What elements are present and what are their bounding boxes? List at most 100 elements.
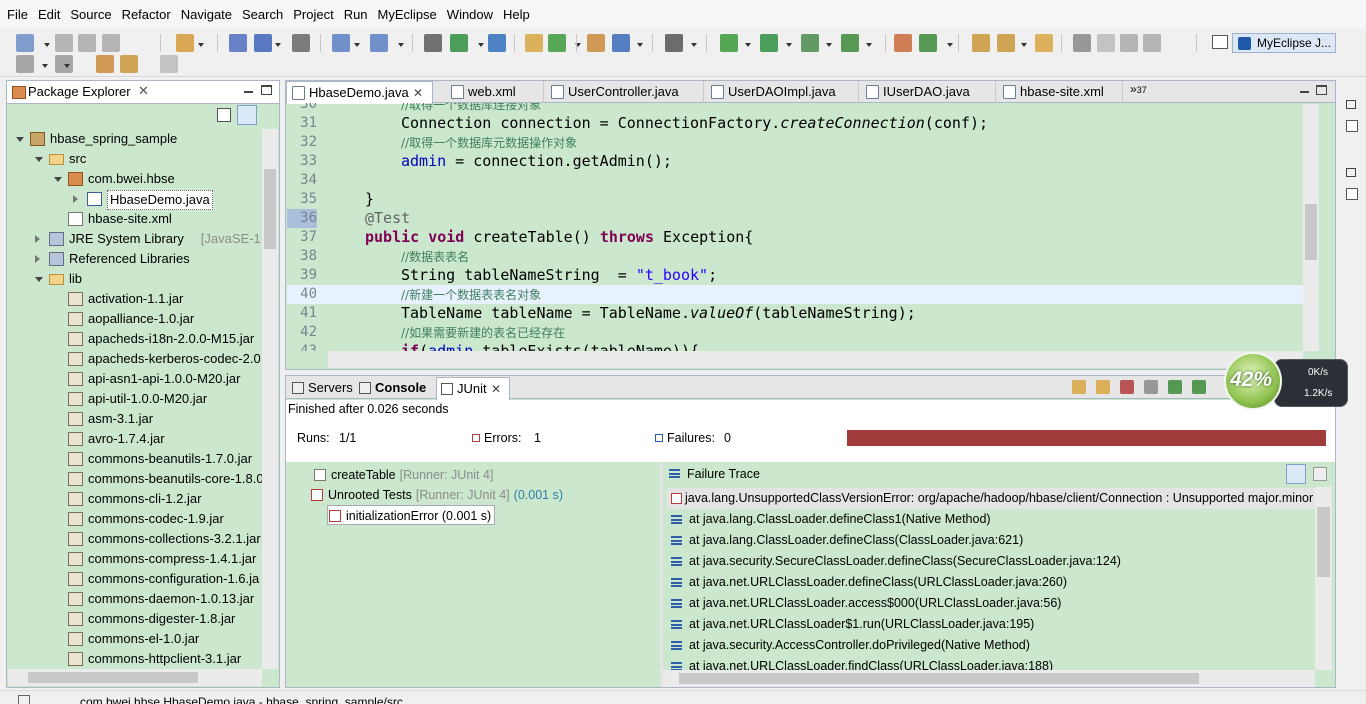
open-perspective-icon[interactable]: [1212, 35, 1228, 49]
dropdown-arrow-icon[interactable]: [637, 43, 643, 47]
expanded-arrow-icon[interactable]: [16, 137, 24, 142]
tree-item[interactable]: commons-daemon-1.0.13.jar: [8, 589, 262, 609]
compare-icon[interactable]: [1313, 467, 1327, 481]
tree-item[interactable]: src: [8, 149, 262, 169]
tree-item[interactable]: api-util-1.0.0-M20.jar: [8, 389, 262, 409]
dropdown-arrow-icon[interactable]: [64, 64, 70, 68]
close-tab-icon[interactable]: ✕: [413, 82, 423, 104]
explorer-hscrollbar[interactable]: [8, 669, 262, 686]
dropdown-arrow-icon[interactable]: [44, 43, 50, 47]
menu-myeclipse[interactable]: MyEclipse: [373, 0, 442, 29]
menu-file[interactable]: File: [2, 0, 33, 29]
menu-run[interactable]: Run: [339, 0, 373, 29]
expanded-arrow-icon[interactable]: [35, 157, 43, 162]
open-folder-icon[interactable]: [1035, 34, 1053, 52]
dropdown-arrow-icon[interactable]: [866, 43, 872, 47]
editor-minimize-icon[interactable]: [1300, 91, 1309, 93]
rerun-failed-icon[interactable]: [1192, 380, 1206, 394]
tree-item[interactable]: commons-httpclient-3.1.jar: [8, 649, 262, 669]
expanded-arrow-icon[interactable]: [54, 177, 62, 182]
annotation-icon[interactable]: [1097, 34, 1115, 52]
trace-line[interactable]: at java.security.SecureClassLoader.defin…: [667, 551, 1315, 572]
server-icon[interactable]: [450, 34, 468, 52]
prev-failure-icon[interactable]: [1096, 380, 1110, 394]
rerun-icon[interactable]: [1168, 380, 1182, 394]
package-icon[interactable]: [229, 34, 247, 52]
collapsed-arrow-icon[interactable]: [35, 255, 40, 263]
explorer-scroll-thumb[interactable]: [264, 169, 276, 249]
code-editor[interactable]: 30//取得一个数据库连接对象 31 Connection connection =…: [287, 103, 1303, 351]
menu-project[interactable]: Project: [288, 0, 338, 29]
next-annotation-icon[interactable]: [16, 55, 34, 73]
trace-line[interactable]: at java.net.URLClassLoader$1.run(URLClas…: [667, 614, 1315, 635]
tree-item[interactable]: HbaseDemo.java: [8, 189, 262, 210]
trace-hscroll-thumb[interactable]: [679, 673, 1199, 684]
editor-maximize-icon[interactable]: [1316, 85, 1327, 95]
close-tab-icon[interactable]: ✕: [491, 378, 501, 400]
scroll-lock-icon[interactable]: [1144, 380, 1158, 394]
dropdown-arrow-icon[interactable]: [1021, 43, 1027, 47]
deploy-icon[interactable]: [424, 34, 442, 52]
tasks-icon[interactable]: [894, 34, 912, 52]
tree-item[interactable]: commons-configuration-1.6.ja: [8, 569, 262, 589]
editor-tab[interactable]: hbase-site.xml: [998, 81, 1123, 103]
run-icon[interactable]: [760, 34, 778, 52]
tree-item[interactable]: commons-compress-1.4.1.jar: [8, 549, 262, 569]
test-item[interactable]: Unrooted Tests [Runner: JUnit 4] (0.001 s): [310, 485, 563, 505]
trace-line[interactable]: at java.lang.ClassLoader.defineClass(Cla…: [667, 530, 1315, 551]
browser-icon[interactable]: [612, 34, 630, 52]
tree-item[interactable]: apacheds-i18n-2.0.0-M15.jar: [8, 329, 262, 349]
trim-view-icon[interactable]: [1346, 120, 1358, 132]
dropdown-arrow-icon[interactable]: [354, 43, 360, 47]
monitor-icon[interactable]: [665, 34, 683, 52]
tree-item[interactable]: activation-1.1.jar: [8, 289, 262, 309]
web-icon[interactable]: [292, 34, 310, 52]
editor-vscrollbar[interactable]: [1303, 104, 1319, 351]
tree-item[interactable]: hbase-site.xml: [8, 209, 262, 229]
restore-icon-2[interactable]: [1346, 168, 1356, 177]
network-speed-widget[interactable]: 42% 0K/s 1.2K/s: [1222, 350, 1352, 414]
save-all-icon[interactable]: [78, 34, 96, 52]
perspective-button[interactable]: MyEclipse J...: [1232, 33, 1336, 53]
minimize-icon[interactable]: [244, 91, 253, 93]
dropdown-arrow-icon[interactable]: [478, 43, 484, 47]
tree-item[interactable]: asm-3.1.jar: [8, 409, 262, 429]
tree-item[interactable]: aopalliance-1.0.jar: [8, 309, 262, 329]
run-config-icon[interactable]: [801, 34, 819, 52]
tree-item[interactable]: api-asn1-api-1.0.0-M20.jar: [8, 369, 262, 389]
tree-item[interactable]: Referenced Libraries: [8, 249, 262, 269]
tree-item[interactable]: commons-beanutils-core-1.8.0: [8, 469, 262, 489]
trace-hscrollbar[interactable]: [663, 670, 1315, 687]
trace-line[interactable]: at java.lang.ClassLoader.defineClass1(Na…: [667, 509, 1315, 530]
tree-item[interactable]: commons-collections-3.2.1.jar: [8, 529, 262, 549]
editor-tab[interactable]: web.xml: [446, 81, 544, 103]
menu-help[interactable]: Help: [498, 0, 535, 29]
restore-icon[interactable]: [1346, 100, 1356, 109]
collapsed-arrow-icon[interactable]: [73, 195, 78, 203]
pin-icon[interactable]: [1073, 34, 1091, 52]
menu-search[interactable]: Search: [237, 0, 288, 29]
dropdown-arrow-icon[interactable]: [198, 43, 204, 47]
maximize-icon[interactable]: [261, 85, 272, 95]
print-icon[interactable]: [102, 34, 120, 52]
collapsed-arrow-icon[interactable]: [35, 235, 40, 243]
dropdown-arrow-icon[interactable]: [947, 43, 953, 47]
trace-scroll-thumb[interactable]: [1317, 507, 1330, 577]
collapse-all-icon[interactable]: [217, 108, 231, 122]
close-icon[interactable]: ✕: [138, 83, 149, 99]
open-type-icon[interactable]: [525, 34, 543, 52]
explorer-vscrollbar[interactable]: [262, 129, 278, 669]
forward-icon[interactable]: [160, 55, 178, 73]
expanded-arrow-icon[interactable]: [35, 277, 43, 282]
tree-item[interactable]: avro-1.7.4.jar: [8, 429, 262, 449]
back-icon[interactable]: [120, 55, 138, 73]
trace-line[interactable]: at java.security.AccessController.doPriv…: [667, 635, 1315, 656]
tree-item[interactable]: lib: [8, 269, 262, 289]
tree-item[interactable]: apacheds-kerberos-codec-2.0: [8, 349, 262, 369]
debug-server-icon[interactable]: [332, 34, 350, 52]
globe-icon[interactable]: [488, 34, 506, 52]
bottom-tab-junit[interactable]: JUnit ✕: [436, 377, 510, 400]
trim-view-icon-2[interactable]: [1346, 188, 1358, 200]
editor-tab[interactable]: IUserDAO.java: [861, 81, 996, 103]
filter-trace-icon[interactable]: [1286, 464, 1306, 484]
